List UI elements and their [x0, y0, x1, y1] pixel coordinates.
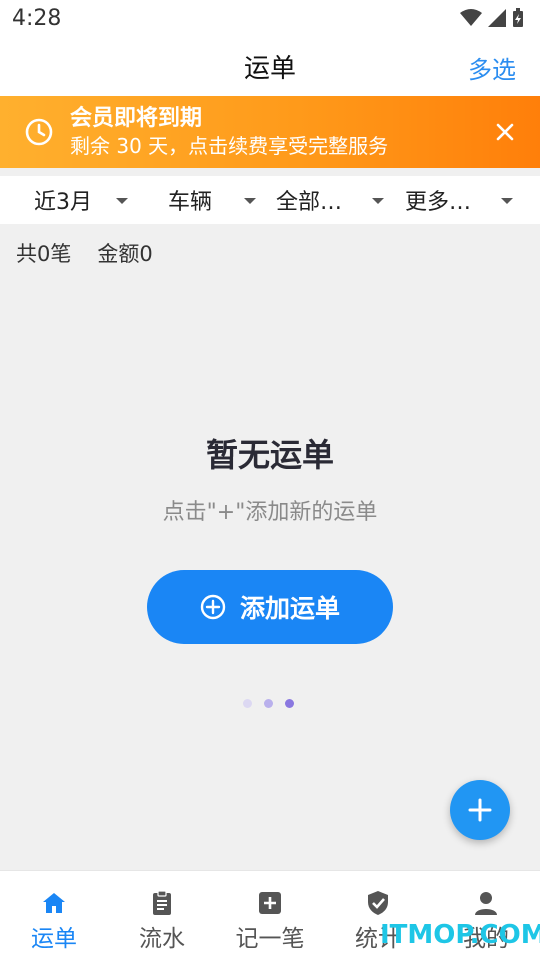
pager-dot [264, 699, 273, 708]
filter-status[interactable]: 全部… [276, 176, 388, 224]
chevron-down-icon [116, 198, 128, 204]
pager-dot-active [285, 699, 294, 708]
filter-label: 车辆 [168, 190, 213, 215]
filter-more[interactable]: 更多… [405, 176, 517, 224]
clock-icon [25, 118, 53, 146]
nav-item-record[interactable]: 记一笔 [216, 871, 324, 960]
wifi-icon [460, 9, 482, 26]
battery-icon [513, 8, 523, 27]
plus-square-icon [259, 892, 281, 914]
status-bar: 4:28 [0, 0, 540, 36]
filter-date-range[interactable]: 近3月 [34, 176, 134, 224]
home-icon [43, 893, 65, 913]
page-title: 运单 [243, 53, 296, 84]
banner-title: 会员即将到期 [70, 106, 203, 131]
plus-circle-icon [200, 594, 226, 620]
filter-label: 全部… [276, 190, 343, 215]
filter-bar: 近3月 车辆 全部… 更多… [0, 176, 540, 224]
add-waybill-button[interactable]: 添加运单 [147, 570, 393, 644]
empty-state-subtitle: 点击"+"添加新的运单 [162, 500, 378, 525]
close-icon [496, 123, 514, 141]
membership-banner[interactable]: 会员即将到期 剩余 30 天，点击续费享受完整服务 [0, 96, 540, 168]
total-amount: 金额0 [97, 242, 153, 266]
chevron-down-icon [372, 198, 384, 204]
shield-check-icon [368, 891, 388, 915]
clipboard-icon [153, 890, 171, 915]
multi-select-button[interactable]: 多选 [468, 50, 516, 85]
nav-item-flow[interactable]: 流水 [108, 871, 216, 960]
banner-close-button[interactable] [490, 117, 520, 147]
plus-icon [468, 798, 492, 822]
filter-label: 近3月 [34, 190, 92, 215]
signal-icon [488, 9, 506, 27]
chevron-down-icon [501, 198, 513, 204]
app-header: 运单 多选 [0, 36, 540, 96]
chevron-down-icon [244, 198, 256, 204]
nav-item-waybill[interactable]: 运单 [0, 871, 108, 960]
nav-label: 运单 [31, 926, 77, 952]
pager-dot [243, 699, 252, 708]
nav-label: 流水 [139, 926, 185, 952]
status-time: 4:28 [12, 5, 62, 31]
total-count: 共0笔 [16, 242, 72, 266]
filter-vehicle[interactable]: 车辆 [168, 176, 268, 224]
watermark: ITMOP.COM [380, 920, 540, 950]
status-icons [460, 8, 524, 28]
add-waybill-label: 添加运单 [239, 594, 340, 623]
summary-bar: 共0笔 金额0 [16, 238, 153, 268]
filter-label: 更多… [405, 190, 472, 215]
floating-add-button[interactable] [450, 780, 510, 840]
banner-subtitle: 剩余 30 天，点击续费享受完整服务 [70, 134, 389, 158]
person-icon [475, 892, 497, 915]
nav-label: 记一笔 [235, 926, 305, 952]
pager-dots [243, 699, 294, 708]
empty-state-title: 暂无运单 [205, 436, 334, 474]
